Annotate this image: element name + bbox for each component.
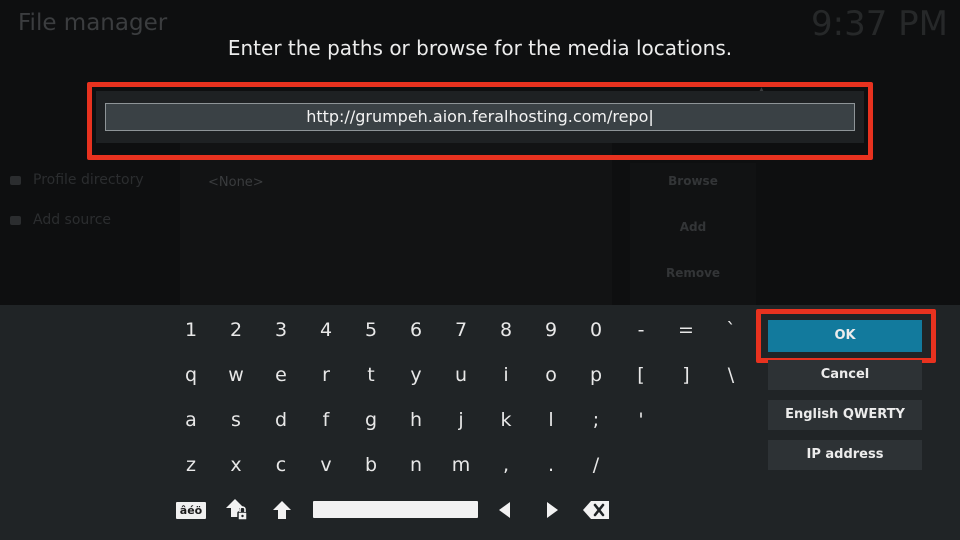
left-arrow-icon[interactable] xyxy=(487,495,523,525)
space-bar[interactable] xyxy=(313,501,478,518)
input-highlight-box xyxy=(87,82,873,160)
key-period[interactable]: . xyxy=(531,448,571,482)
add-button: Add xyxy=(679,220,707,234)
key-backslash[interactable]: \ xyxy=(711,358,751,392)
key-f[interactable]: f xyxy=(306,403,346,437)
key-s[interactable]: s xyxy=(216,403,256,437)
key-7[interactable]: 7 xyxy=(441,313,481,347)
key-v[interactable]: v xyxy=(306,448,346,482)
key-minus[interactable]: - xyxy=(621,313,661,347)
ip-address-button[interactable]: IP address xyxy=(768,440,922,470)
paths-list xyxy=(180,140,612,305)
key-c[interactable]: c xyxy=(261,448,301,482)
folder-icon xyxy=(10,175,21,185)
key-semicolon[interactable]: ; xyxy=(576,403,616,437)
key-h[interactable]: h xyxy=(396,403,436,437)
key-left-bracket[interactable]: [ xyxy=(621,358,661,392)
sidebar-item-label: Add source xyxy=(33,212,112,228)
key-t[interactable]: t xyxy=(351,358,391,392)
browse-button: Browse xyxy=(668,174,718,188)
dialog-heading: Enter the paths or browse for the media … xyxy=(227,36,733,60)
key-9[interactable]: 9 xyxy=(531,313,571,347)
key-x[interactable]: x xyxy=(216,448,256,482)
key-equals[interactable]: = xyxy=(666,313,706,347)
key-y[interactable]: y xyxy=(396,358,436,392)
key-8[interactable]: 8 xyxy=(486,313,526,347)
keyboard-layout-button[interactable]: English QWERTY xyxy=(768,400,922,430)
cancel-button[interactable]: Cancel xyxy=(768,360,922,390)
backspace-icon[interactable] xyxy=(578,495,614,525)
key-1[interactable]: 1 xyxy=(171,313,211,347)
key-right-bracket[interactable]: ] xyxy=(666,358,706,392)
key-m[interactable]: m xyxy=(441,448,481,482)
paths-empty-label: <None> xyxy=(208,175,264,190)
key-d[interactable]: d xyxy=(261,403,301,437)
key-e[interactable]: e xyxy=(261,358,301,392)
shift-icon[interactable] xyxy=(264,495,300,525)
key-q[interactable]: q xyxy=(171,358,211,392)
sidebar-item-add-source: Add source xyxy=(10,212,111,228)
key-slash[interactable]: / xyxy=(576,448,616,482)
key-6[interactable]: 6 xyxy=(396,313,436,347)
key-o[interactable]: o xyxy=(531,358,571,392)
app-title: File manager xyxy=(18,10,168,36)
key-z[interactable]: z xyxy=(171,448,211,482)
key-u[interactable]: u xyxy=(441,358,481,392)
key-2[interactable]: 2 xyxy=(216,313,256,347)
caps-lock-icon[interactable] xyxy=(219,495,255,525)
key-j[interactable]: j xyxy=(441,403,481,437)
sidebar-item-label: Profile directory xyxy=(33,172,144,188)
key-5[interactable]: 5 xyxy=(351,313,391,347)
key-r[interactable]: r xyxy=(306,358,346,392)
key-b[interactable]: b xyxy=(351,448,391,482)
sidebar-item-profile-directory: Profile directory xyxy=(10,172,144,188)
key-3[interactable]: 3 xyxy=(261,313,301,347)
folder-icon xyxy=(10,215,21,225)
accent-characters-key[interactable]: âéö xyxy=(176,502,206,519)
key-n[interactable]: n xyxy=(396,448,436,482)
key-g[interactable]: g xyxy=(351,403,391,437)
key-l[interactable]: l xyxy=(531,403,571,437)
key-k[interactable]: k xyxy=(486,403,526,437)
remove-button: Remove xyxy=(665,266,721,280)
ok-button[interactable]: OK xyxy=(768,320,922,352)
key-0[interactable]: 0 xyxy=(576,313,616,347)
key-w[interactable]: w xyxy=(216,358,256,392)
key-apostrophe[interactable]: ' xyxy=(621,403,661,437)
key-backtick[interactable]: ` xyxy=(711,313,751,347)
key-comma[interactable]: , xyxy=(486,448,526,482)
key-p[interactable]: p xyxy=(576,358,616,392)
key-a[interactable]: a xyxy=(171,403,211,437)
right-arrow-icon[interactable] xyxy=(534,495,570,525)
key-4[interactable]: 4 xyxy=(306,313,346,347)
key-i[interactable]: i xyxy=(486,358,526,392)
